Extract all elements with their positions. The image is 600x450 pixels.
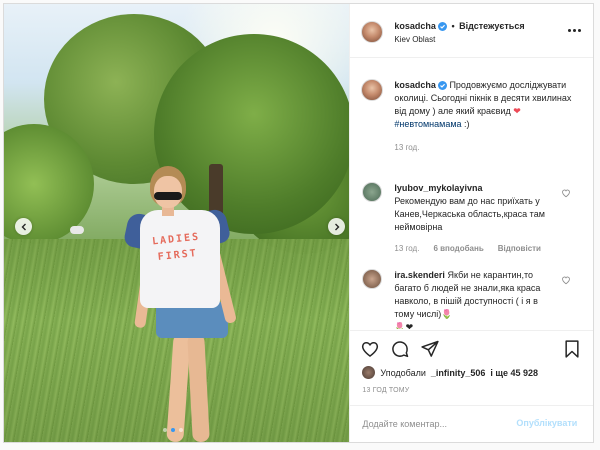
author-username[interactable]: kosadcha bbox=[394, 21, 436, 31]
carousel-dot bbox=[163, 428, 167, 432]
post-side-panel: kosadcha • Відстежується Kiev Oblast kos… bbox=[349, 4, 594, 442]
comment-item: lyubov_mykolayivna Рекомендую вам до нас… bbox=[394, 182, 554, 253]
distant-figure bbox=[70, 226, 84, 234]
comment-username[interactable]: ira.skenderi bbox=[394, 270, 445, 280]
liker-username[interactable]: _infinity_506 bbox=[431, 368, 486, 378]
heart-icon[interactable] bbox=[360, 339, 380, 359]
bookmark-icon[interactable] bbox=[562, 339, 582, 359]
carousel-next-button[interactable] bbox=[328, 218, 345, 235]
publish-button[interactable]: Опублікувати bbox=[516, 418, 577, 428]
caption: kosadcha Продовжуємо досліджувати околиц… bbox=[394, 80, 572, 152]
comment-username[interactable]: lyubov_mykolayivna bbox=[394, 183, 482, 193]
carousel-dot bbox=[179, 428, 183, 432]
comment-text: Рекомендую вам до нас приїхать у Канев,Ч… bbox=[394, 196, 545, 232]
carousel-dots bbox=[163, 428, 183, 432]
likes-summary: Уподобали _infinity_506 і ще 45 928 bbox=[362, 366, 538, 379]
author-avatar[interactable] bbox=[361, 21, 384, 43]
commenter-avatar[interactable] bbox=[362, 182, 383, 202]
heart-icon[interactable] bbox=[561, 275, 571, 285]
sunglasses bbox=[154, 192, 182, 200]
heart-emoji: ❤ bbox=[513, 106, 521, 116]
likes-count[interactable]: і ще 45 928 bbox=[490, 368, 538, 378]
add-comment-bar: Опублікувати bbox=[350, 405, 594, 442]
follow-status-button[interactable]: Відстежується bbox=[459, 21, 524, 31]
verified-badge-icon bbox=[437, 81, 447, 91]
post-location[interactable]: Kiev Oblast bbox=[394, 35, 435, 44]
post-photo[interactable]: LADIES FIRST bbox=[4, 4, 350, 442]
caption-username[interactable]: kosadcha bbox=[394, 80, 436, 90]
tulip-emoji: 🌷 bbox=[441, 309, 453, 319]
tree-canopy bbox=[154, 34, 350, 234]
more-icon[interactable] bbox=[568, 26, 582, 34]
chevron-right-icon bbox=[334, 223, 339, 230]
comments-list[interactable]: kosadcha Продовжуємо досліджувати околиц… bbox=[350, 59, 593, 329]
post-header: kosadcha • Відстежується Kiev Oblast bbox=[350, 4, 594, 58]
reply-button[interactable]: Відповісти bbox=[498, 244, 541, 253]
comment-time[interactable]: 13 год. bbox=[394, 244, 419, 253]
verified-badge-icon bbox=[437, 22, 447, 32]
instagram-post: LADIES FIRST kosadcha • Відстежується Ki… bbox=[3, 3, 594, 443]
liker-avatar[interactable] bbox=[362, 366, 376, 379]
comment-input[interactable] bbox=[362, 417, 513, 431]
caption-avatar[interactable] bbox=[361, 79, 384, 101]
chevron-left-icon bbox=[21, 223, 26, 230]
share-icon[interactable] bbox=[420, 339, 440, 359]
carousel-dot-active bbox=[171, 428, 175, 432]
commenter-avatar[interactable] bbox=[362, 269, 383, 289]
caption-hashtag[interactable]: #невтомнамама bbox=[394, 119, 461, 129]
post-timestamp[interactable]: 13 ГОД ТОМУ bbox=[362, 387, 409, 394]
caption-time[interactable]: 13 год. bbox=[394, 143, 419, 152]
carousel-prev-button[interactable] bbox=[15, 218, 32, 235]
comment-likes-count[interactable]: 6 вподобань bbox=[433, 244, 483, 253]
heart-icon[interactable] bbox=[561, 188, 571, 198]
comment-icon[interactable] bbox=[390, 339, 410, 359]
emoji-line: 🌷❤ bbox=[394, 322, 414, 329]
post-actions: Уподобали _infinity_506 і ще 45 928 13 Г… bbox=[350, 330, 594, 442]
comment-item: ira.skenderi Якби не карантин,то багато … bbox=[394, 269, 556, 329]
